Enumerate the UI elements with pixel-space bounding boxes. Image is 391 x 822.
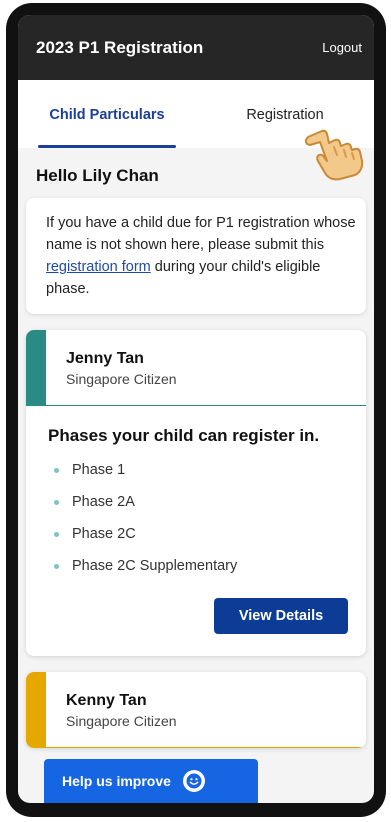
child-card-jenny: Jenny Tan Singapore Citizen Phases your … [26,330,366,656]
app-header: 2023 P1 Registration Logout [18,15,374,80]
child-citizenship: Singapore Citizen [66,713,177,729]
child-accent-bar [26,672,46,747]
phone-frame: 2023 P1 Registration Logout Child Partic… [6,3,386,817]
child-citizenship: Singapore Citizen [66,371,177,387]
phase-item: Phase 1 [48,454,348,486]
phase-item: Phase 2C [48,518,348,550]
bullet-icon [54,563,59,569]
phase-item: Phase 2C Supplementary [48,550,348,582]
child-card-header: Kenny Tan Singapore Citizen [26,672,366,748]
phase-label: Phase 2A [72,494,135,510]
button-row: View Details [48,598,348,634]
pointing-hand-icon [304,129,364,181]
view-details-button[interactable]: View Details [214,598,348,634]
phase-label: Phase 2C Supplementary [72,558,238,574]
child-card-kenny: Kenny Tan Singapore Citizen [26,672,366,748]
child-name: Kenny Tan [66,692,147,709]
tab-child-particulars[interactable]: Child Particulars [18,80,196,148]
info-text-before: If you have a child due for P1 registrat… [46,215,356,253]
logout-link[interactable]: Logout [322,40,362,55]
registration-form-link[interactable]: registration form [46,259,151,275]
info-card: If you have a child due for P1 registrat… [26,198,366,314]
phases-heading: Phases your child can register in. [48,426,320,445]
phase-label: Phase 1 [72,462,126,478]
bullet-icon [54,499,59,505]
app-title: 2023 P1 Registration [36,37,204,57]
child-card-header: Jenny Tan Singapore Citizen [26,330,366,406]
bullet-icon [54,467,59,473]
bullet-icon [54,531,59,537]
phase-label: Phase 2C [72,526,136,542]
phone-screen: 2023 P1 Registration Logout Child Partic… [18,15,374,803]
help-label: Help us improve [62,773,171,789]
child-card-body: Phases your child can register in. Phase… [26,406,366,656]
child-accent-bar [26,330,46,405]
child-name: Jenny Tan [66,350,144,367]
help-us-improve-button[interactable]: Help us improve [44,759,258,803]
phase-item: Phase 2A [48,486,348,518]
smiley-icon [182,770,205,792]
